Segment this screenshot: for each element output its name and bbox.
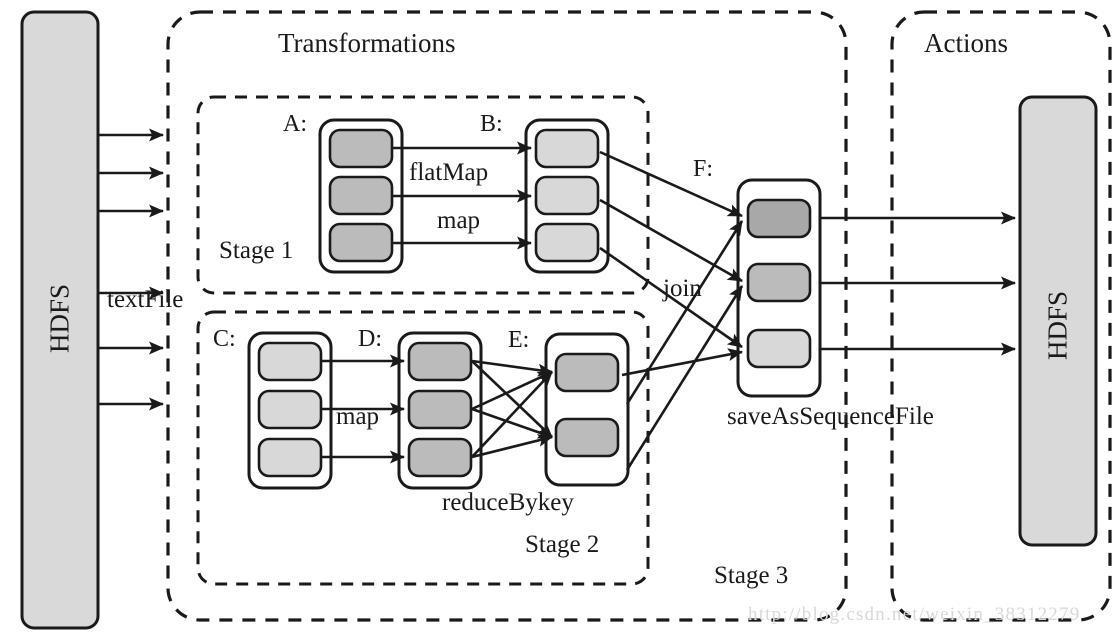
rdd-c-box	[247, 331, 333, 490]
rdd-b-cell-1	[534, 128, 600, 169]
hdfs-source-label: HDFS	[44, 283, 75, 354]
rdd-c-cell-3	[257, 437, 323, 478]
rdd-e-label: E:	[508, 327, 530, 353]
rdd-a-box	[318, 118, 404, 274]
rdd-c-label: C:	[213, 326, 236, 352]
rdd-b-box	[524, 118, 610, 274]
actions-title: Actions	[924, 28, 1008, 58]
rdd-c-cell-1	[257, 341, 323, 382]
arrows-f-to-hdfs	[820, 211, 1016, 356]
rdd-f-label: F:	[693, 156, 714, 182]
rdd-a-cell-3	[328, 222, 394, 263]
rdd-d-cell-3	[407, 437, 473, 478]
map-top-label: map	[437, 207, 481, 234]
rdd-e-cell-1	[554, 352, 620, 393]
rdd-b-cell-2	[534, 175, 600, 216]
textfile-label: textFile	[107, 286, 184, 313]
arrows-d-to-e	[471, 359, 553, 459]
rdd-e-box	[544, 332, 630, 487]
rdd-a-label: A:	[283, 111, 307, 137]
rdd-a-cell-1	[328, 128, 394, 169]
rdd-d-cell-1	[407, 341, 473, 382]
rdd-a-cell-2	[328, 175, 394, 216]
stage2-label: Stage 2	[525, 531, 600, 558]
saveassequencefile-label: saveAsSequenceFile	[727, 403, 934, 430]
reducebykey-label: reduceBykey	[442, 489, 574, 516]
watermark-text: http://blog.csdn.net/weixin_38312279	[748, 604, 1081, 625]
transformations-title: Transformations	[278, 28, 456, 58]
rdd-f-box	[736, 178, 822, 398]
rdd-f-cell-1	[746, 198, 812, 239]
rdd-e-cell-2	[554, 417, 620, 458]
rdd-c-cell-2	[257, 389, 323, 430]
join-label: join	[663, 275, 702, 302]
rdd-f-cell-2	[746, 262, 812, 303]
rdd-d-cell-2	[407, 389, 473, 430]
stage1-label: Stage 1	[219, 237, 294, 264]
rdd-f-cell-3	[746, 328, 812, 369]
rdd-b-label: B:	[480, 111, 503, 137]
rdd-d-box	[397, 331, 483, 490]
stage3-label: Stage 3	[714, 562, 789, 589]
arrows-textfile-top	[98, 128, 164, 218]
map-bottom-label: map	[336, 403, 380, 430]
rdd-d-label: D:	[358, 326, 382, 352]
spark-dag-diagram: Transformations Actions HDFS HDFS A: B: …	[0, 0, 1120, 640]
rdd-b-cell-3	[534, 222, 600, 263]
flatmap-label: flatMap	[409, 159, 489, 186]
arrows-e-to-f	[621, 220, 744, 471]
hdfs-sink-label: HDFS	[1042, 290, 1073, 361]
